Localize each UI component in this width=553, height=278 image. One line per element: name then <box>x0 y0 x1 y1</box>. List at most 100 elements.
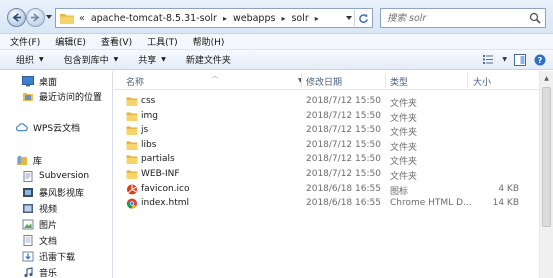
vertical-scrollbar[interactable]: ▲ <box>539 71 553 278</box>
new-folder-button[interactable]: 新建文件夹 <box>180 53 237 66</box>
search-icon[interactable] <box>529 12 541 24</box>
nav-item-libraries[interactable]: 库 <box>16 153 42 167</box>
nav-label: Subversion <box>39 171 90 181</box>
file-row[interactable]: js 2018/7/12 15:50 文件夹 <box>114 124 539 139</box>
file-date: 2018/7/12 15:50 <box>306 96 381 106</box>
chevron-down-icon: ▼ <box>161 56 166 63</box>
folder-icon <box>126 112 138 121</box>
svg-text:?: ? <box>538 56 543 65</box>
file-row[interactable]: favicon.ico 2018/6/18 16:55 图标 4 KB <box>114 183 539 198</box>
file-row[interactable]: css 2018/7/12 15:50 文件夹 <box>114 95 539 110</box>
column-divider[interactable] <box>385 73 386 88</box>
nav-item-recent[interactable]: 最近访问的位置 <box>22 89 102 103</box>
menu-tools[interactable]: 工具(T) <box>137 35 183 48</box>
include-in-library-label: 包含到库中 <box>63 56 109 66</box>
nav-label: 库 <box>33 156 43 167</box>
nav-item-music[interactable]: 音乐 <box>22 265 57 278</box>
file-name: favicon.ico <box>141 183 190 194</box>
help-button[interactable]: ? <box>533 53 547 66</box>
breadcrumb-separator-icon[interactable]: ▸ <box>315 14 319 23</box>
breadcrumb-separator-icon[interactable]: ▸ <box>223 14 227 23</box>
nav-label: 暴风影视库 <box>39 188 85 199</box>
breadcrumb-segment[interactable]: webapps <box>233 13 275 24</box>
column-header-row: ︿ 名称 ▼ 修改日期 类型 大小 <box>114 71 539 90</box>
nav-item-documents[interactable]: 文档 <box>22 233 57 247</box>
folder-icon <box>126 141 138 150</box>
address-input[interactable]: « apache-tomcat-8.5.31-solr ▸ webapps ▸ … <box>55 8 373 28</box>
file-name: css <box>141 96 156 106</box>
breadcrumb-segment[interactable]: solr <box>291 13 308 24</box>
nav-item-wps-cloud[interactable]: WPS云文档 <box>16 120 80 134</box>
chevron-down-icon: ▼ <box>39 56 44 63</box>
nav-label: 桌面 <box>39 77 58 88</box>
nav-item-pictures[interactable]: 图片 <box>22 217 57 231</box>
nav-item-videos[interactable]: 视频 <box>22 201 57 215</box>
column-divider[interactable] <box>301 73 302 88</box>
download-icon <box>22 251 34 261</box>
arrow-left-icon <box>12 13 22 22</box>
recent-pages-dropdown-icon[interactable] <box>46 14 52 20</box>
column-name-header[interactable]: 名称 <box>126 75 144 88</box>
column-size-header[interactable]: 大小 <box>473 75 491 88</box>
command-toolbar: 组织 ▼ 包含到库中 ▼ 共享 ▼ 新建文件夹 ▼ ? <box>0 50 553 70</box>
file-row[interactable]: partials 2018/7/12 15:50 文件夹 <box>114 153 539 168</box>
view-dropdown-icon[interactable]: ▼ <box>502 56 507 63</box>
file-type: 文件夹 <box>390 99 418 109</box>
share-button[interactable]: 共享 ▼ <box>132 53 172 66</box>
breadcrumb-separator-icon[interactable]: ▸ <box>281 14 285 23</box>
organize-button[interactable]: 组织 ▼ <box>10 53 50 66</box>
scroll-up-icon[interactable]: ▲ <box>540 71 553 85</box>
change-view-button[interactable] <box>482 53 496 66</box>
file-row[interactable]: img 2018/7/12 15:50 文件夹 <box>114 110 539 125</box>
column-divider[interactable] <box>467 73 468 88</box>
file-type: 文件夹 <box>390 157 418 168</box>
refresh-button[interactable] <box>354 10 371 26</box>
file-date: 2018/7/12 15:50 <box>306 169 381 179</box>
file-type: 文件夹 <box>390 113 418 124</box>
file-date: 2018/7/12 15:50 <box>306 110 381 121</box>
file-date: 2018/7/12 15:50 <box>306 139 381 150</box>
file-row[interactable]: WEB-INF 2018/7/12 15:50 文件夹 <box>114 168 539 183</box>
file-row[interactable]: index.html 2018/6/18 16:55 Chrome HTML D..… <box>114 197 539 212</box>
refresh-icon <box>358 13 368 23</box>
forward-button[interactable] <box>26 8 45 27</box>
folder-icon <box>60 14 74 24</box>
menu-edit[interactable]: 编辑(E) <box>45 35 91 48</box>
address-overflow-icon[interactable]: « <box>79 13 85 24</box>
file-date: 2018/6/18 16:55 <box>306 198 381 209</box>
menu-file[interactable]: 文件(F) <box>0 35 45 48</box>
navigation-pane: 桌面 最近访问的位置 WPS云文档 库 Subversion 暴风影视库 视频 … <box>0 71 113 278</box>
menu-view[interactable]: 查看(V) <box>91 35 137 48</box>
menu-help[interactable]: 帮助(H) <box>183 35 230 48</box>
breadcrumb-segment[interactable]: apache-tomcat-8.5.31-solr <box>91 13 217 24</box>
file-row[interactable]: libs 2018/7/12 15:50 文件夹 <box>114 139 539 154</box>
picture-icon <box>22 219 34 229</box>
recent-places-icon <box>23 92 33 101</box>
file-name: partials <box>141 154 175 165</box>
file-date: 2018/7/12 15:50 <box>306 125 381 136</box>
column-date-header[interactable]: 修改日期 <box>306 75 342 88</box>
search-box[interactable] <box>380 8 546 28</box>
nav-label: WPS云文档 <box>33 123 81 134</box>
file-name: index.html <box>141 198 189 209</box>
file-date: 2018/7/12 15:50 <box>306 154 381 165</box>
file-type: Chrome HTML D... <box>390 198 472 209</box>
nav-item-subversion[interactable]: Subversion <box>22 169 89 183</box>
back-button[interactable] <box>7 8 26 27</box>
scrollbar-thumb[interactable] <box>542 87 551 227</box>
desktop-icon <box>22 75 34 86</box>
file-name: img <box>141 110 158 121</box>
nav-item-downloads[interactable]: 迅雷下载 <box>22 249 75 263</box>
folder-icon <box>126 97 138 106</box>
preview-pane-button[interactable] <box>513 53 527 66</box>
address-history-dropdown-icon[interactable] <box>346 15 352 21</box>
nav-label: 迅雷下载 <box>39 252 76 263</box>
column-type-header[interactable]: 类型 <box>390 75 408 88</box>
arrow-right-icon <box>30 13 40 22</box>
nav-label: 图片 <box>39 220 58 231</box>
nav-item-desktop[interactable]: 桌面 <box>22 74 57 88</box>
nav-item-video-library[interactable]: 暴风影视库 <box>22 185 84 199</box>
nav-label: 视频 <box>39 204 58 215</box>
include-in-library-button[interactable]: 包含到库中 ▼ <box>58 53 125 66</box>
search-input[interactable] <box>387 9 517 27</box>
